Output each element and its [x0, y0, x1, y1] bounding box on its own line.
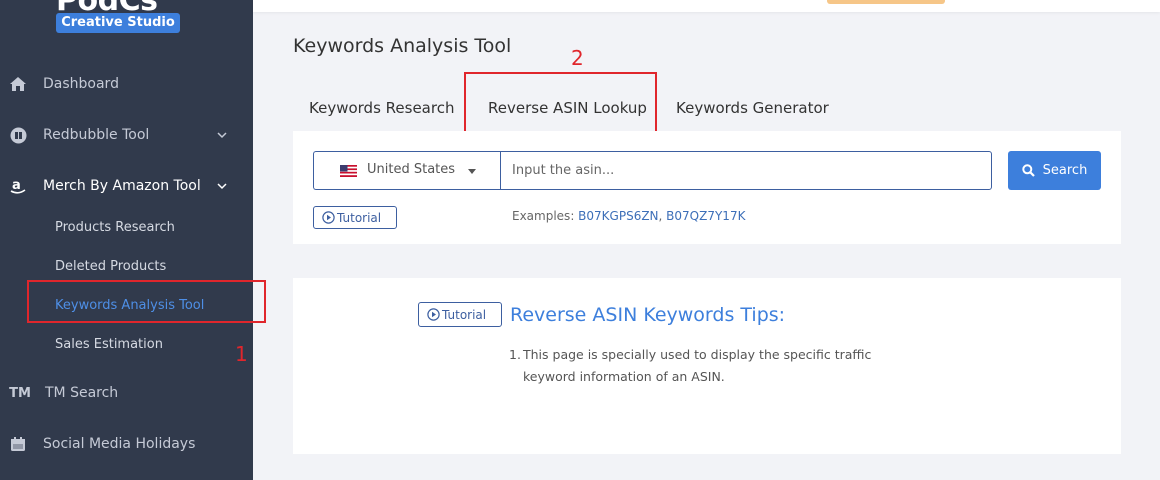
top-bar [253, 0, 1160, 12]
tutorial-button[interactable]: Tutorial [418, 302, 502, 327]
sidebar-item-dashboard[interactable]: Dashboard [0, 66, 253, 102]
play-icon [322, 211, 335, 224]
sidebar-subitem-deleted-products[interactable]: Deleted Products [55, 257, 166, 277]
search-button[interactable]: Search [1008, 151, 1101, 190]
page-title: Keywords Analysis Tool [293, 35, 512, 57]
logo[interactable]: PodCs Creative Studio [56, 0, 180, 48]
chevron-down-icon [217, 132, 227, 139]
play-icon [427, 308, 440, 321]
caret-down-icon [468, 169, 476, 174]
sidebar-item-label: Social Media Holidays [43, 436, 196, 452]
examples-prefix: Examples: [512, 209, 579, 223]
annotation-box-2 [464, 72, 657, 137]
example-asin-link[interactable]: B07QZ7Y17K [666, 209, 745, 223]
sidebar-item-redbubble-tool[interactable]: Redbubble Tool [0, 117, 253, 153]
home-icon [9, 75, 27, 93]
annotation-number-2: 2 [571, 46, 584, 70]
example-asin-link[interactable]: B07KGPS6ZN [578, 209, 658, 223]
sidebar-item-merch-by-amazon[interactable]: a Merch By Amazon Tool [0, 168, 253, 204]
logo-badge: Creative Studio [56, 13, 180, 33]
sidebar-item-label: Dashboard [43, 76, 119, 92]
calendar-icon [9, 435, 27, 453]
country-label: United States [367, 162, 456, 177]
search-button-label: Search [1042, 163, 1088, 178]
sidebar-item-label: Merch By Amazon Tool [43, 178, 201, 194]
tab-keywords-research[interactable]: Keywords Research [309, 98, 454, 118]
list-item-text: This page is specially used to display t… [523, 347, 872, 384]
list-item: 1. This page is specially used to displa… [509, 344, 909, 388]
us-flag-icon [340, 165, 357, 177]
sidebar-item-tm-search[interactable]: TM TM Search [0, 375, 253, 411]
tutorial-label: Tutorial [337, 210, 382, 225]
annotation-number-1: 1 [235, 342, 248, 366]
sidebar-item-label: TM Search [45, 385, 119, 401]
svg-text:a: a [12, 178, 21, 193]
sidebar-item-social-media-holidays[interactable]: Social Media Holidays [0, 426, 253, 462]
tm-icon: TM [9, 385, 31, 401]
sidebar-item-label: Redbubble Tool [43, 127, 150, 143]
tab-keywords-generator[interactable]: Keywords Generator [676, 98, 829, 118]
search-icon [1021, 164, 1035, 177]
tutorial-button[interactable]: Tutorial [313, 206, 397, 229]
annotation-box-1 [27, 280, 266, 323]
tutorial-label: Tutorial [442, 307, 487, 322]
sidebar-subitem-products-research[interactable]: Products Research [55, 218, 175, 238]
asin-input[interactable] [500, 151, 992, 190]
sidebar: PodCs Creative Studio Dashboard Redbubbl… [0, 0, 253, 480]
amazon-icon: a [9, 177, 27, 195]
examples-text: Examples: B07KGPS6ZN, B07QZ7Y17K [512, 209, 745, 223]
top-bar-button[interactable] [827, 0, 945, 4]
chevron-down-icon [217, 183, 227, 190]
sidebar-subitem-sales-estimation[interactable]: Sales Estimation [55, 335, 163, 355]
list-item-number: 1. [509, 347, 521, 362]
tips-list: 1. This page is specially used to displa… [509, 344, 909, 388]
tips-title: Reverse ASIN Keywords Tips: [510, 304, 786, 326]
country-select[interactable]: United States [313, 151, 501, 190]
redbubble-icon [9, 126, 27, 144]
